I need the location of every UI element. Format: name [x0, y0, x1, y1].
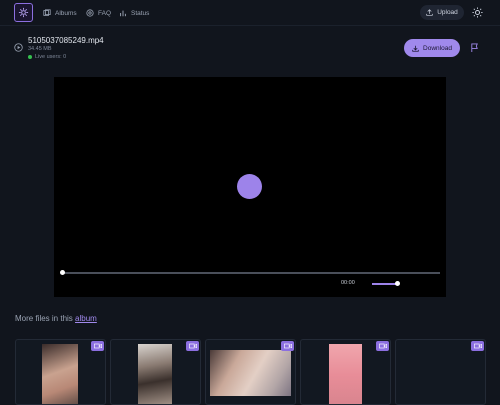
live-users-label: Live users: 0 — [35, 54, 67, 60]
file-card[interactable] — [110, 339, 201, 405]
sun-icon[interactable] — [472, 7, 483, 18]
upload-button[interactable]: Upload — [420, 5, 464, 20]
file-name: 5105037085249.mp4 — [28, 36, 104, 45]
gear-logo-icon — [18, 7, 29, 18]
live-dot-icon — [28, 55, 32, 59]
play-button[interactable] — [237, 174, 262, 199]
top-bar: Albums FAQ Status Upload — [0, 0, 500, 25]
video-badge — [376, 341, 389, 351]
nav-albums[interactable]: Albums — [43, 7, 77, 19]
seek-handle[interactable] — [60, 270, 65, 275]
nav-albums-label: Albums — [55, 9, 77, 17]
video-thumbnail — [329, 344, 362, 404]
download-button[interactable]: Download — [404, 39, 460, 57]
file-size: 34.45 MB — [28, 46, 52, 52]
help-icon — [86, 9, 94, 17]
upload-icon — [426, 9, 433, 16]
download-icon — [412, 45, 419, 52]
logo[interactable] — [14, 3, 33, 22]
play-circle-icon — [14, 43, 23, 52]
nav-faq-label: FAQ — [98, 9, 112, 17]
file-card[interactable] — [395, 339, 486, 405]
nav-status[interactable]: Status — [119, 7, 149, 19]
video-badge — [91, 341, 104, 351]
file-card[interactable] — [15, 339, 106, 405]
video-camera-icon — [473, 343, 482, 349]
video-badge — [471, 341, 484, 351]
upload-label: Upload — [437, 9, 458, 16]
video-camera-icon — [378, 343, 387, 349]
volume-handle[interactable] — [395, 281, 400, 286]
video-thumbnail — [210, 350, 291, 396]
album-link[interactable]: album — [75, 314, 97, 323]
flag-icon[interactable] — [470, 43, 479, 53]
video-camera-icon — [283, 343, 292, 349]
video-badge — [186, 341, 199, 351]
more-files-prefix: More files in this — [15, 314, 73, 323]
seek-bar[interactable] — [62, 272, 440, 274]
file-card[interactable] — [205, 339, 296, 405]
nav-status-label: Status — [131, 9, 150, 17]
video-badge — [281, 341, 294, 351]
download-label: Download — [423, 44, 452, 52]
live-users: Live users: 0 — [28, 54, 66, 60]
video-thumbnail — [138, 344, 172, 404]
file-card[interactable] — [300, 339, 391, 405]
more-files-heading: More files in this album — [15, 314, 97, 323]
current-time: 00:00 — [341, 280, 355, 286]
video-camera-icon — [188, 343, 197, 349]
header-divider — [0, 25, 500, 26]
albums-icon — [43, 9, 51, 16]
status-icon — [120, 10, 126, 17]
video-player[interactable]: 00:00 — [54, 77, 446, 297]
video-camera-icon — [93, 343, 102, 349]
nav-faq[interactable]: FAQ — [86, 7, 111, 19]
video-thumbnail — [42, 344, 78, 404]
